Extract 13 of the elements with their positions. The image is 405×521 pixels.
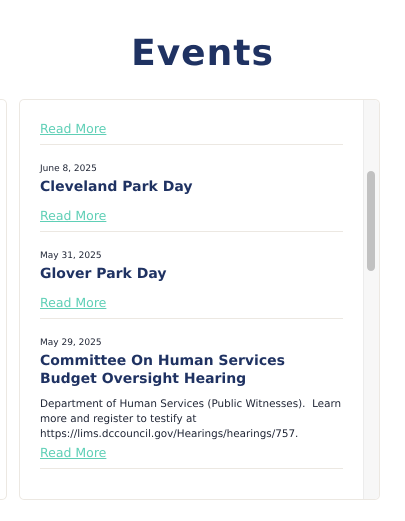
event-date: May 29, 2025 [40,337,103,350]
event-title: Committee On Human Services Budget Oversight Hearing [40,352,286,388]
event-title: Glover Park Day [40,265,168,283]
read-more-link[interactable]: Read More [40,207,106,225]
event-date: May 31, 2025 [40,250,103,263]
event-title: Cleveland Park Day [40,178,194,196]
read-more-link[interactable]: Read More [40,444,106,462]
page-heading: Events [130,32,275,76]
event-date: June 8, 2025 [40,163,98,176]
read-more-link[interactable]: Read More [40,294,106,312]
read-more-link[interactable]: Read More [40,120,106,138]
scrollbar[interactable] [363,100,379,499]
event-description: Department of Human Services (Public Witnesses). Learn more and register to testify at https://lims.dccouncil.gov/Hearings/hearings/757. [40,397,342,442]
